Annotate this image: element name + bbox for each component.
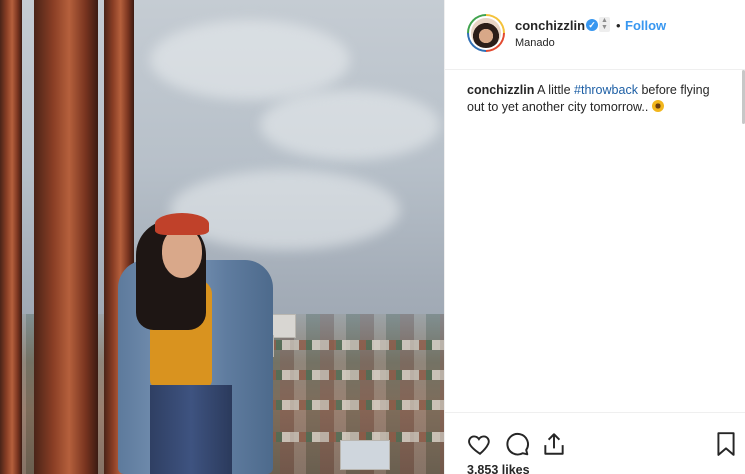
post-location[interactable]: Manado <box>515 37 555 49</box>
post-username[interactable]: conchizzlin <box>515 18 585 33</box>
likes-count[interactable]: 3,853 likes <box>467 463 530 474</box>
post-photo[interactable] <box>0 0 444 474</box>
post-header: conchizzlin ✓ ▲ ▼ • Follow Manado <box>445 0 745 70</box>
follow-button[interactable]: Follow <box>625 18 666 33</box>
building <box>340 440 390 470</box>
bookmark-icon[interactable] <box>713 431 739 457</box>
sunflower-icon <box>652 100 665 112</box>
cloud <box>170 170 400 250</box>
person-face <box>162 228 202 278</box>
heart-icon[interactable] <box>467 431 493 457</box>
caption-username[interactable]: conchizzlin <box>467 83 534 97</box>
verified-badge-icon: ✓ <box>586 19 598 31</box>
post-caption: conchizzlin A little #throwback before f… <box>467 82 729 116</box>
avatar[interactable] <box>467 14 505 52</box>
cloud <box>150 20 350 100</box>
person-hat <box>155 213 209 235</box>
hashtag-link[interactable]: #throwback <box>574 83 638 97</box>
expand-toggle-icon[interactable]: ▲ ▼ <box>599 17 610 32</box>
steel-beam <box>34 0 98 474</box>
caption-text: A little <box>537 83 571 97</box>
steel-beam <box>0 0 22 474</box>
share-icon[interactable] <box>541 431 567 457</box>
post-sidebar: conchizzlin ✓ ▲ ▼ • Follow Manado conchiz… <box>444 0 745 474</box>
comment-icon[interactable] <box>504 431 530 457</box>
person-jeans <box>150 385 232 474</box>
separator-dot: • <box>616 18 621 33</box>
cloud <box>260 90 440 160</box>
